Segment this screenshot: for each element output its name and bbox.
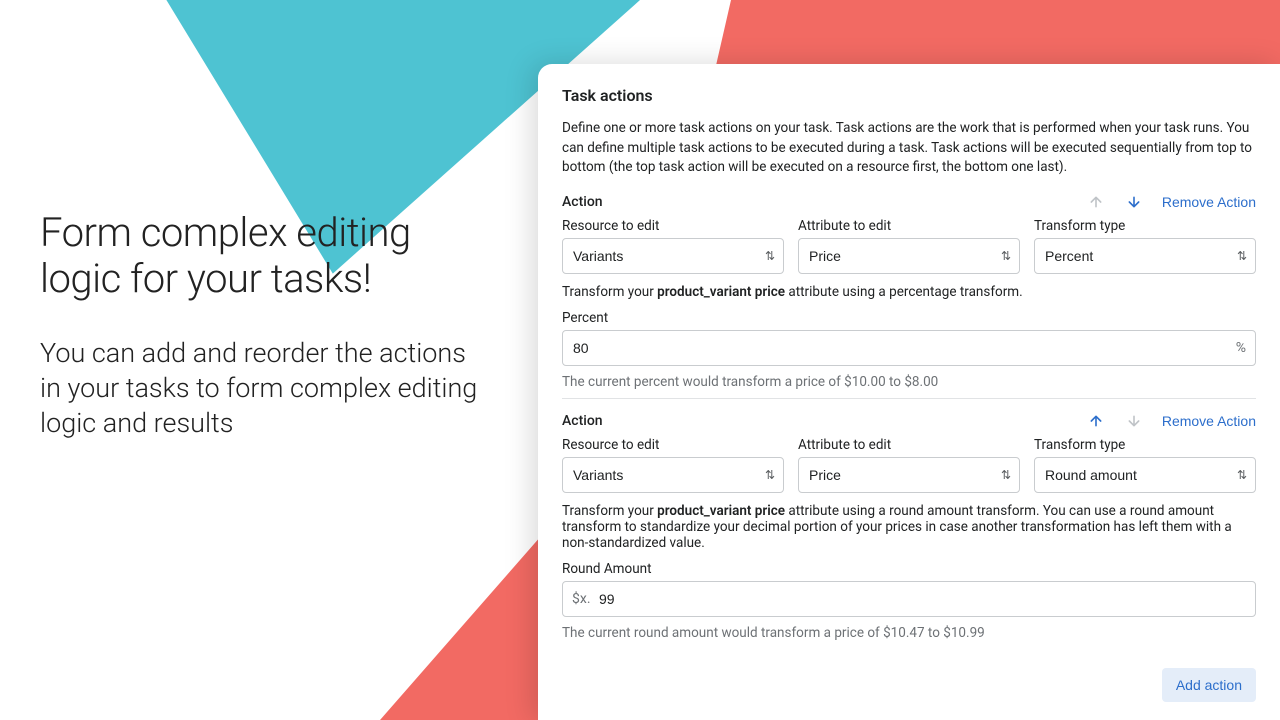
chevron-updown-icon: ⇅: [1237, 469, 1247, 481]
attribute-label: Attribute to edit: [798, 437, 1020, 453]
action-explain: Transform your product_variant price att…: [562, 284, 1256, 300]
transform-select[interactable]: Percent: [1034, 238, 1256, 274]
round-amount-input[interactable]: [562, 581, 1256, 617]
chevron-updown-icon: ⇅: [1001, 469, 1011, 481]
chevron-updown-icon: ⇅: [1237, 250, 1247, 262]
move-up-button[interactable]: [1086, 192, 1106, 212]
remove-action-button[interactable]: Remove Action: [1162, 413, 1256, 429]
chevron-updown-icon: ⇅: [765, 469, 775, 481]
panel-title: Task actions: [562, 86, 1256, 105]
value-label: Percent: [562, 310, 1256, 326]
move-down-button[interactable]: [1124, 411, 1144, 431]
value-hint: The current percent would transform a pr…: [562, 374, 1256, 390]
transform-label: Transform type: [1034, 437, 1256, 453]
chevron-updown-icon: ⇅: [765, 250, 775, 262]
action-label: Action: [562, 194, 603, 210]
percent-input[interactable]: [562, 330, 1256, 366]
panel-description: Define one or more task actions on your …: [562, 119, 1256, 178]
action-block-2: Action Remove Action Resource to edit: [562, 398, 1256, 641]
promo-body: You can add and reorder the actions in y…: [40, 336, 480, 441]
attribute-label: Attribute to edit: [798, 218, 1020, 234]
value-label: Round Amount: [562, 561, 1256, 577]
chevron-updown-icon: ⇅: [1001, 250, 1011, 262]
add-action-button[interactable]: Add action: [1162, 668, 1256, 702]
resource-label: Resource to edit: [562, 437, 784, 453]
move-up-button[interactable]: [1086, 411, 1106, 431]
arrow-up-icon: [1088, 413, 1104, 429]
move-down-button[interactable]: [1124, 192, 1144, 212]
arrow-up-icon: [1088, 194, 1104, 210]
task-actions-panel: Task actions Define one or more task act…: [538, 64, 1280, 720]
action-explain: Transform your product_variant price att…: [562, 503, 1256, 551]
action-block-1: Action Remove Action Resource to edit: [562, 192, 1256, 390]
remove-action-button[interactable]: Remove Action: [1162, 194, 1256, 210]
value-hint: The current round amount would transform…: [562, 625, 1256, 641]
resource-select[interactable]: Variants: [562, 457, 784, 493]
action-label: Action: [562, 413, 603, 429]
attribute-select[interactable]: Price: [798, 238, 1020, 274]
attribute-select[interactable]: Price: [798, 457, 1020, 493]
resource-select[interactable]: Variants: [562, 238, 784, 274]
arrow-down-icon: [1126, 194, 1142, 210]
arrow-down-icon: [1126, 413, 1142, 429]
transform-select[interactable]: Round amount: [1034, 457, 1256, 493]
percent-suffix: %: [1236, 340, 1246, 356]
transform-label: Transform type: [1034, 218, 1256, 234]
round-prefix: $x.: [572, 591, 591, 607]
promo-headline: Form complex editing logic for your task…: [40, 210, 480, 302]
resource-label: Resource to edit: [562, 218, 784, 234]
